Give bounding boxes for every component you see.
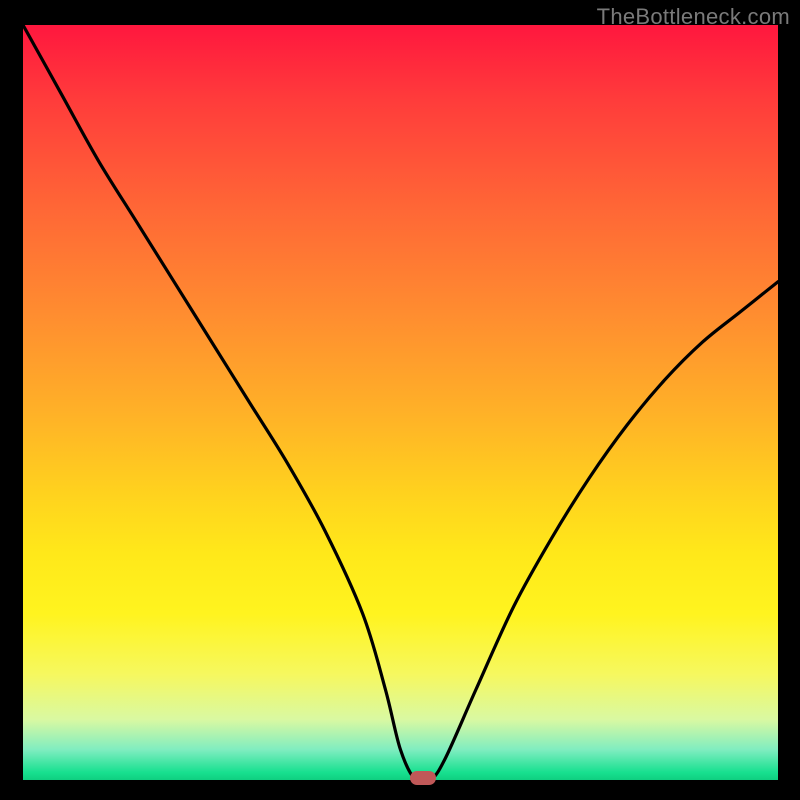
chart-plot-area <box>23 25 778 780</box>
chart-frame: TheBottleneck.com <box>0 0 800 800</box>
optimal-marker <box>410 771 436 785</box>
watermark-text: TheBottleneck.com <box>597 4 790 30</box>
bottleneck-curve <box>23 25 778 780</box>
